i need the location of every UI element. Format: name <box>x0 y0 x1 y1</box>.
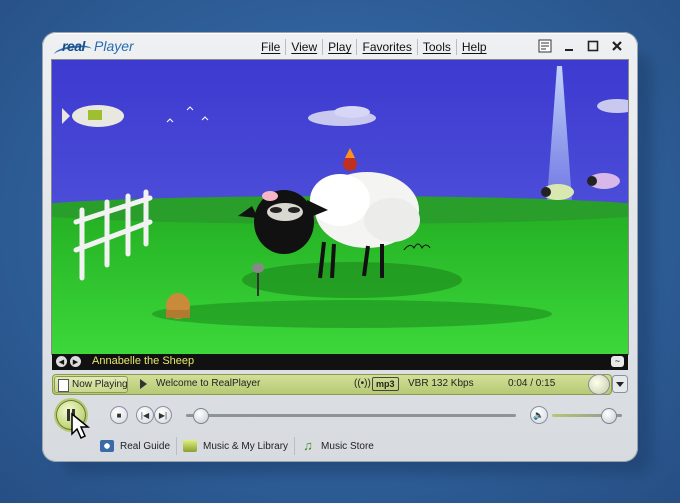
visualization-icon[interactable]: ~ <box>611 356 624 367</box>
music-library-link[interactable]: Music & My Library <box>176 437 294 455</box>
video-display[interactable] <box>52 60 628 354</box>
stop-button[interactable]: ■ <box>110 406 128 424</box>
next-track-button[interactable]: ▶| <box>154 406 172 424</box>
real-guide-icon <box>100 440 114 452</box>
realplayer-window: real Player File View Play Favorites Too… <box>42 32 638 462</box>
options-dropdown-icon[interactable] <box>612 375 628 393</box>
compact-mode-icon[interactable] <box>536 38 554 54</box>
close-icon[interactable] <box>608 38 626 54</box>
menu-view[interactable]: View <box>285 39 322 55</box>
real-guide-label: Real Guide <box>120 440 171 452</box>
playback-controls: ■ |◀ ▶| 🔈 <box>52 400 628 430</box>
streaming-icon: ((•)) <box>354 378 371 389</box>
playlist-icon <box>58 379 69 392</box>
menu-favorites[interactable]: Favorites <box>356 39 416 55</box>
music-store-label: Music Store <box>321 440 374 452</box>
now-playing-button[interactable]: Now Playing <box>54 376 128 393</box>
seek-slider-thumb[interactable] <box>192 408 209 424</box>
previous-clip-icon[interactable]: ◀ <box>56 356 67 367</box>
menu-tools[interactable]: Tools <box>416 39 456 55</box>
volume-slider-thumb[interactable] <box>601 408 617 424</box>
logo-player-text: Player <box>94 38 134 54</box>
menu-file[interactable]: File <box>256 39 285 55</box>
volume-icon[interactable]: 🔈 <box>530 406 548 424</box>
window-controls <box>536 38 626 54</box>
status-message: Welcome to RealPlayer <box>156 378 261 389</box>
title-bar[interactable]: real Player File View Play Favorites Too… <box>42 32 638 62</box>
logo-real-text: real <box>62 38 85 54</box>
maximize-icon[interactable] <box>584 38 602 54</box>
time-display: 0:04 / 0:15 <box>508 378 556 389</box>
music-store-icon: ♫ <box>303 438 313 453</box>
real-guide-link[interactable]: Real Guide <box>94 437 176 455</box>
menu-bar: File View Play Favorites Tools Help <box>256 39 492 55</box>
real-logo-button[interactable] <box>588 374 610 395</box>
status-bar: Now Playing Welcome to RealPlayer ((•)) … <box>52 374 612 395</box>
music-store-link[interactable]: ♫ Music Store <box>294 437 380 455</box>
now-playing-label: Now Playing <box>72 379 128 390</box>
menu-help[interactable]: Help <box>455 39 492 55</box>
clip-title: Annabelle the Sheep <box>92 355 195 367</box>
next-clip-icon[interactable]: ▶ <box>70 356 81 367</box>
mouse-cursor-icon <box>71 412 91 440</box>
minimize-icon[interactable] <box>560 38 578 54</box>
annabelle-sheep-video-frame <box>52 60 628 354</box>
play-indicator-icon <box>140 379 147 389</box>
bottom-nav-bar: Real Guide Music & My Library ♫ Music St… <box>94 436 380 456</box>
seek-bar[interactable] <box>186 414 516 417</box>
previous-track-button[interactable]: |◀ <box>136 406 154 424</box>
clip-info-bar: ◀ ▶ Annabelle the Sheep ~ <box>52 354 628 370</box>
music-library-icon <box>183 440 198 452</box>
format-badge: mp3 <box>372 377 399 391</box>
music-library-label: Music & My Library <box>203 440 289 452</box>
bitrate-text: VBR 132 Kbps <box>408 378 474 389</box>
menu-play[interactable]: Play <box>322 39 356 55</box>
